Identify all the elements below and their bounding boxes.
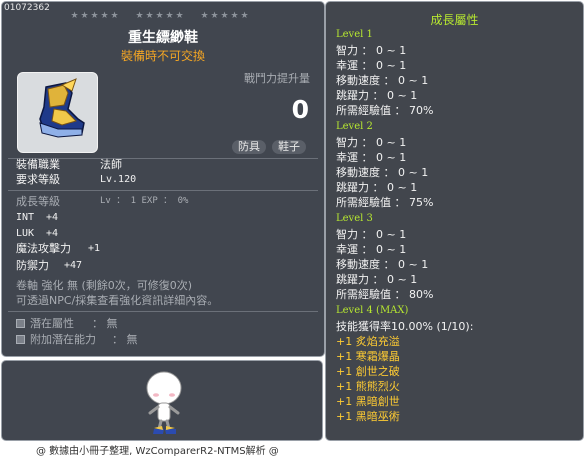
category-tag-shoes: 鞋子 bbox=[272, 140, 306, 154]
growth-row: 移動速度 ： 0 ~ 1 bbox=[336, 258, 429, 271]
star-icon: ★ bbox=[220, 11, 229, 21]
enhance-status: 卷軸 強化 無 (剩餘0次，可修復0次) bbox=[16, 279, 193, 292]
job-value: 法師 bbox=[100, 158, 122, 171]
level-label: 要求等級 bbox=[16, 173, 60, 186]
growth-level-label: 成長等級 bbox=[16, 195, 60, 208]
power-increase-label: 戰鬥力提升量 bbox=[244, 72, 310, 85]
stat-value: +4 bbox=[46, 212, 59, 223]
stat-name: 防禦力 bbox=[16, 259, 49, 272]
item-icon-frame bbox=[17, 72, 98, 153]
potential-label: 潛在屬性 bbox=[30, 317, 74, 330]
growth-row: 所需經驗值 ： 70% bbox=[336, 104, 434, 117]
footer-credit: @ 數據由小冊子整理, WzComparerR2-NTMS解析 @ bbox=[36, 446, 279, 457]
stat-name: 魔法攻擊力 bbox=[16, 242, 71, 255]
growth-row: 跳躍力 ： 0 ~ 1 bbox=[336, 273, 418, 286]
potential-icon bbox=[16, 319, 25, 328]
skill-bonus: +1 炙焰充溢 bbox=[336, 335, 400, 348]
divider bbox=[8, 190, 318, 191]
growth-row: 幸運 ： 0 ~ 1 bbox=[336, 151, 407, 164]
growth-row: 所需經驗值 ： 80% bbox=[336, 288, 434, 301]
star-icon: ★ bbox=[240, 11, 249, 21]
stat-value: +1 bbox=[88, 243, 101, 254]
star-icon: ★ bbox=[70, 11, 79, 21]
growth-row: 智力 ： 0 ~ 1 bbox=[336, 228, 407, 241]
growth-row: 所需經驗值 ： 75% bbox=[336, 196, 434, 209]
growth-title: 成長屬性 bbox=[430, 13, 479, 27]
star-icon: ★ bbox=[100, 11, 109, 21]
star-force-row: ★ ★ ★ ★ ★ ★ ★ ★ ★ ★ ★ ★ ★ ★ ★ bbox=[70, 11, 270, 21]
skill-bonus: +1 黑暗創世 bbox=[336, 395, 400, 408]
growth-row: 幸運 ： 0 ~ 1 bbox=[336, 59, 407, 72]
divider bbox=[8, 311, 318, 312]
stat-value: +4 bbox=[46, 228, 59, 239]
skill-bonus: +1 熊熊烈火 bbox=[336, 380, 400, 393]
potential-value: ： 無 bbox=[92, 317, 118, 330]
item-name: 重生縹緲鞋 bbox=[128, 30, 198, 46]
growth-level-heading: Level 2 bbox=[336, 121, 373, 132]
stat-name: INT bbox=[16, 212, 35, 223]
growth-row: 移動速度 ： 0 ~ 1 bbox=[336, 74, 429, 87]
level-value: Lv.120 bbox=[100, 174, 137, 185]
power-increase-value: 0 bbox=[291, 95, 309, 124]
item-tooltip-panel: 01072362 ★ ★ ★ ★ ★ ★ ★ ★ ★ ★ ★ ★ ★ ★ ★ 重生縹緲鞋 裝備時不可交換 戰… bbox=[1, 1, 325, 357]
bonus-potential-icon bbox=[16, 335, 25, 344]
skill-bonus: +1 創世之破 bbox=[336, 365, 400, 378]
star-icon: ★ bbox=[210, 11, 219, 21]
growth-level-value: Lv ： 1 EXP ： 0% bbox=[100, 196, 189, 206]
boots-icon bbox=[39, 78, 85, 138]
job-label: 裝備職業 bbox=[16, 158, 60, 171]
growth-level-heading: Level 4 (MAX) bbox=[336, 305, 409, 316]
star-icon: ★ bbox=[200, 11, 209, 21]
bonus-potential-label: 附加潛在能力 bbox=[30, 333, 96, 346]
star-icon: ★ bbox=[110, 11, 119, 21]
star-icon: ★ bbox=[145, 11, 154, 21]
star-icon: ★ bbox=[165, 11, 174, 21]
growth-row: 移動速度 ： 0 ~ 1 bbox=[336, 166, 429, 179]
growth-row: 跳躍力 ： 0 ~ 1 bbox=[336, 181, 418, 194]
star-icon: ★ bbox=[230, 11, 239, 21]
skill-rate: 技能獲得率10.00% (1/10): bbox=[336, 320, 474, 333]
star-icon: ★ bbox=[135, 11, 144, 21]
skill-bonus: +1 寒霜爆晶 bbox=[336, 350, 400, 363]
star-icon: ★ bbox=[90, 11, 99, 21]
category-tag-armor: 防具 bbox=[232, 140, 266, 154]
character-avatar bbox=[146, 371, 182, 434]
star-icon: ★ bbox=[155, 11, 164, 21]
growth-attributes-panel: 成長屬性 Level 1 智力 ： 0 ~ 1 幸運 ： 0 ~ 1 移動速度 … bbox=[325, 1, 584, 441]
stat-name: LUK bbox=[16, 228, 35, 239]
growth-row: 幸運 ： 0 ~ 1 bbox=[336, 243, 407, 256]
growth-row: 跳躍力 ： 0 ~ 1 bbox=[336, 89, 418, 102]
trade-restriction: 裝備時不可交換 bbox=[120, 49, 205, 63]
star-icon: ★ bbox=[80, 11, 89, 21]
enhance-hint: 可透過NPC/採集查看強化資訊詳細內容。 bbox=[16, 294, 219, 307]
stat-value: +47 bbox=[64, 260, 83, 271]
growth-row: 智力 ： 0 ~ 1 bbox=[336, 44, 407, 57]
growth-level-heading: Level 1 bbox=[336, 29, 373, 40]
skill-bonus: +1 黑暗巫術 bbox=[336, 410, 400, 423]
growth-row: 智力 ： 0 ~ 1 bbox=[336, 136, 407, 149]
item-id: 01072362 bbox=[4, 3, 50, 13]
star-icon: ★ bbox=[175, 11, 184, 21]
avatar-preview-panel bbox=[1, 360, 323, 441]
growth-level-heading: Level 3 bbox=[336, 213, 373, 224]
bonus-potential-value: ： 無 bbox=[112, 333, 138, 346]
